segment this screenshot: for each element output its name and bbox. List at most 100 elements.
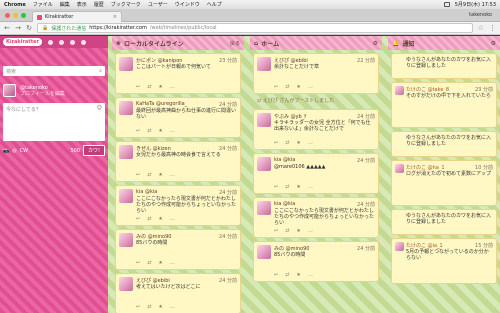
favourite-icon[interactable]: ★ (158, 304, 162, 310)
close-window-icon[interactable] (5, 13, 10, 18)
status-card[interactable]: kia @kia 24 分前 ここにこなかったら現文書が何だとかわたしたちのやつ… (253, 197, 379, 238)
status-author[interactable]: kia @kia (136, 189, 157, 195)
url-field[interactable]: 🔒 保護された通信 https://kirakiratter.com/web/t… (37, 23, 473, 33)
minimize-window-icon[interactable] (13, 13, 18, 18)
menubar-item-bookmarks[interactable]: ブックマーク (111, 1, 141, 8)
more-icon[interactable]: … (308, 84, 313, 90)
camera-icon[interactable]: 📷 (3, 148, 9, 154)
bookmark-star-icon[interactable]: ☆ (478, 24, 484, 32)
avatar[interactable] (119, 233, 133, 247)
status-card[interactable]: kia @kia 24 分前 @mare0106 ▲▲▲▲▲ ↩ ⇄ ★… (253, 153, 379, 194)
status-card[interactable]: たけのこ @take_8 23 分前 そのすがだけの中で下を入れていたら (391, 82, 497, 128)
avatar[interactable] (257, 57, 271, 71)
submit-button[interactable]: カワ! (82, 145, 105, 156)
battery-icon[interactable] (443, 2, 450, 7)
menubar-clock[interactable]: 5月9日(木) 17:53 (455, 1, 496, 8)
reply-icon[interactable]: ↩ (274, 228, 278, 234)
back-button[interactable]: 戻る (230, 40, 240, 47)
status-time[interactable]: 24 分前 (219, 233, 237, 240)
favourite-icon[interactable]: ★ (296, 140, 300, 146)
notification-card[interactable]: ゆうなさんがあなたのカワをお気に入りに登録しました (391, 53, 497, 79)
boost-icon[interactable]: ⇄ (285, 184, 289, 190)
avatar[interactable] (257, 201, 271, 215)
boost-icon[interactable]: ⇄ (285, 140, 289, 146)
forward-arrow-icon[interactable]: → (15, 24, 21, 32)
status-time[interactable]: 24 分前 (357, 113, 375, 120)
menubar-item-edit[interactable]: 編集 (60, 1, 70, 8)
status-author[interactable]: えびぴ @ebibi (136, 277, 170, 284)
status-card[interactable]: えびぴ @ebibi 24 分前 考えてはいたけど次はどこに ↩ ⇄ ★… (115, 273, 241, 313)
status-author[interactable]: たけのこ @ha_1 (406, 164, 445, 171)
reply-icon[interactable]: ↩ (274, 140, 278, 146)
boost-icon[interactable]: ⇄ (285, 84, 289, 90)
reply-icon[interactable]: ↩ (136, 216, 140, 222)
status-author[interactable]: きぜん @kizen (136, 145, 171, 152)
status-card[interactable]: たけのこ @ha_1 10 分前 ログが消えたので初めて素数にアップ (391, 160, 497, 206)
status-card[interactable]: たけのこ @ia_1 15 分前 5月の予報とつながっているのか分からない (391, 238, 497, 284)
reply-icon[interactable]: ↩ (136, 260, 140, 266)
boost-icon[interactable]: ⇄ (147, 216, 151, 222)
status-time[interactable]: 24 分前 (219, 189, 237, 196)
menubar-item-file[interactable]: ファイル (33, 1, 53, 8)
column-settings-icon[interactable]: ⚙ (491, 40, 496, 47)
search-icon[interactable]: ⌕ (99, 68, 102, 74)
status-author[interactable]: KaHaTa @uregorilla_ (136, 101, 187, 107)
status-card[interactable]: かにポン @kanipon 23 分前 ここはパートが日報めで何気いて ↩ ⇄ ★… (115, 53, 241, 94)
local-icon[interactable] (58, 39, 64, 45)
status-author[interactable]: やぶみ @yb_f (274, 113, 306, 120)
status-card[interactable]: きぜん @kizen 24 分前 女児だから最高神の時会食で言えてる ↩ ⇄ ★… (115, 141, 241, 182)
more-icon[interactable]: … (308, 272, 313, 278)
reply-icon[interactable]: ↩ (136, 128, 140, 134)
favourite-icon[interactable]: ★ (296, 228, 300, 234)
people-icon[interactable] (47, 39, 53, 45)
favourite-icon[interactable]: ★ (158, 260, 162, 266)
search-input[interactable]: 検索 ⌕ (3, 66, 105, 76)
more-icon[interactable]: … (308, 228, 313, 234)
menubar-app-name[interactable]: Chrome (4, 2, 26, 8)
menubar-item-window[interactable]: ウインドウ (175, 1, 200, 8)
status-time[interactable]: 23 分前 (219, 57, 237, 64)
status-time[interactable]: 15 分前 (475, 242, 493, 249)
menubar-item-history[interactable]: 履歴 (94, 1, 104, 8)
avatar[interactable] (119, 57, 133, 71)
status-time[interactable]: 24 分前 (219, 145, 237, 152)
close-tab-icon[interactable]: × (113, 14, 117, 20)
status-author[interactable]: かにポン @kanipon (136, 57, 182, 64)
avatar[interactable] (119, 277, 133, 291)
boost-icon[interactable]: ⇄ (147, 128, 151, 134)
status-time[interactable]: 24 分前 (219, 277, 237, 284)
favourite-icon[interactable]: ★ (296, 272, 300, 278)
more-icon[interactable]: … (308, 140, 313, 146)
more-icon[interactable]: … (170, 304, 175, 310)
reply-icon[interactable]: ↩ (274, 184, 278, 190)
notification-card[interactable]: ゆうなさんがあなたのカワをお気に入りに登録しました (391, 209, 497, 235)
browser-tab[interactable]: Kirakiratter × (32, 11, 122, 22)
status-time[interactable]: 23 分前 (475, 86, 493, 93)
avatar[interactable] (395, 242, 404, 251)
status-author[interactable]: えびぴ @ebibi (274, 57, 308, 64)
avatar[interactable] (119, 189, 133, 203)
reload-icon[interactable]: ↻ (26, 24, 32, 32)
app-logo[interactable]: Kirakiratter (3, 38, 42, 46)
more-icon[interactable]: … (170, 216, 175, 222)
more-icon[interactable]: … (170, 260, 175, 266)
avatar[interactable] (257, 113, 271, 127)
boost-icon[interactable]: ⇄ (147, 304, 151, 310)
more-icon[interactable]: … (170, 172, 175, 178)
boost-icon[interactable]: ⇄ (285, 228, 289, 234)
status-time[interactable]: 24 分前 (219, 101, 237, 108)
status-author[interactable]: みの @mino90 (274, 245, 309, 252)
status-author[interactable]: みの @mino90 (136, 233, 171, 240)
avatar[interactable] (119, 101, 133, 115)
boost-icon[interactable]: ⇄ (285, 272, 289, 278)
status-card[interactable]: みの @mino90 24 分前 85バウの時間 ↩ ⇄ ★… (115, 229, 241, 270)
more-icon[interactable]: … (308, 184, 313, 190)
status-author[interactable]: kia @kia (274, 201, 295, 207)
status-time[interactable]: 10 分前 (475, 164, 493, 171)
reply-icon[interactable]: ↩ (274, 272, 278, 278)
reply-icon[interactable]: ↩ (274, 84, 278, 90)
back-arrow-icon[interactable]: ← (4, 24, 10, 32)
edit-profile-link[interactable]: プロフィールを編集 (20, 91, 65, 97)
favourite-icon[interactable]: ★ (158, 128, 162, 134)
visibility-icon[interactable]: ◎ (12, 148, 16, 154)
